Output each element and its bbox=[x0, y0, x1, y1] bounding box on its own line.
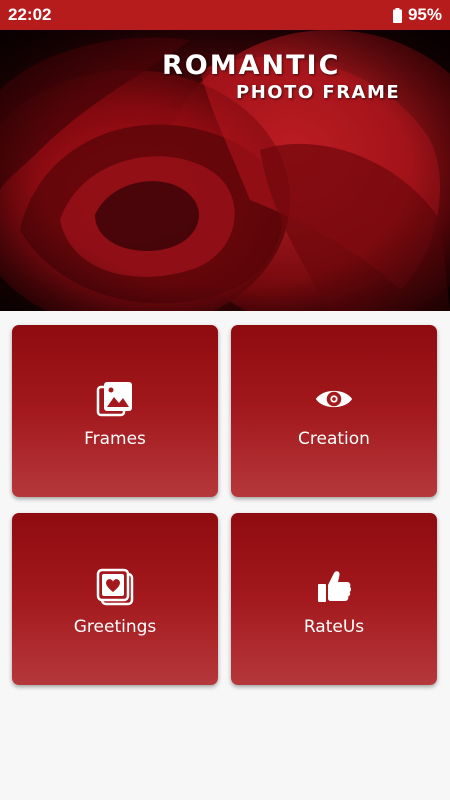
creation-label: Creation bbox=[298, 429, 370, 449]
battery-icon bbox=[392, 7, 402, 23]
frames-label: Frames bbox=[84, 429, 146, 449]
eye-icon bbox=[315, 390, 353, 408]
banner-subtitle: PHOTO FRAME bbox=[236, 82, 401, 103]
greetings-label: Greetings bbox=[73, 617, 157, 637]
heart-card-icon bbox=[96, 568, 134, 606]
rateus-button[interactable]: RateUs bbox=[231, 513, 437, 685]
banner-title: ROMANTIC bbox=[162, 50, 341, 81]
status-time: 22:02 bbox=[8, 5, 52, 24]
header-banner: ROMANTIC PHOTO FRAME bbox=[0, 30, 450, 311]
image-gallery-icon bbox=[96, 382, 132, 417]
status-bar: 22:02 95% bbox=[0, 0, 450, 30]
battery-percentage: 95% bbox=[407, 5, 442, 24]
greetings-button[interactable]: Greetings bbox=[12, 513, 218, 685]
creation-button[interactable]: Creation bbox=[231, 325, 437, 497]
thumbs-up-icon bbox=[318, 571, 352, 602]
rateus-label: RateUs bbox=[303, 617, 365, 637]
status-right: 95% bbox=[392, 5, 442, 25]
frames-button[interactable]: Frames bbox=[12, 325, 218, 497]
